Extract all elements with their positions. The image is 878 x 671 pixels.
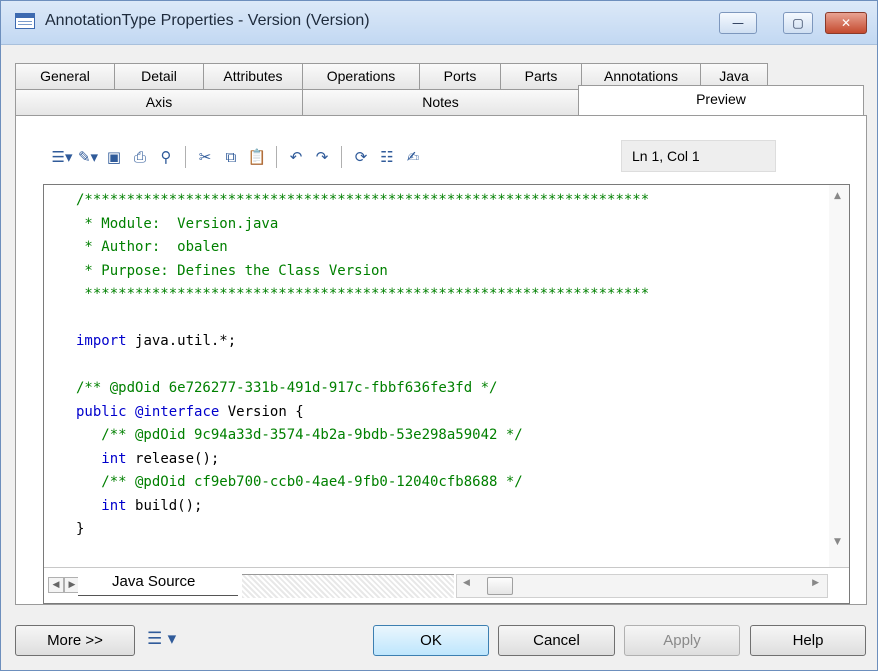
scroll-right-icon[interactable]: ▶: [812, 578, 819, 588]
cut-icon[interactable]: ✂: [194, 146, 216, 168]
more-button[interactable]: More >>: [15, 625, 135, 656]
toolbar-separator: [276, 146, 277, 168]
cursor-position: Ln 1, Col 1: [621, 140, 776, 172]
vertical-scrollbar[interactable]: ▲ ▼: [829, 185, 849, 567]
tab-attributes[interactable]: Attributes: [203, 63, 303, 89]
copy-icon[interactable]: ⧉: [220, 146, 242, 168]
scroll-down-icon[interactable]: ▼: [834, 537, 841, 547]
tab-ports[interactable]: Ports: [419, 63, 501, 89]
editor-bottom-strip: ◀ ▶ Java Source ◀ ▶: [44, 567, 849, 603]
code-line: int build();: [101, 497, 203, 514]
edit-icon[interactable]: ✎▾: [77, 146, 99, 168]
code-line: ****************************************…: [76, 286, 650, 302]
code-line: import java.util.*;: [76, 333, 237, 349]
code-editor[interactable]: /***************************************…: [43, 184, 850, 604]
code-line: int release();: [101, 450, 220, 467]
menu-dropdown-icon[interactable]: ☰ ▾: [147, 629, 176, 649]
tab-operations[interactable]: Operations: [302, 63, 420, 89]
code-line: * Author: obalen: [76, 239, 228, 255]
close-icon: ✕: [840, 16, 852, 30]
tab-row-2: Axis Notes Preview: [15, 85, 864, 115]
redo-icon[interactable]: ↷: [311, 146, 333, 168]
list-icon[interactable]: ☷: [376, 146, 398, 168]
code-line: /** @pdOid cf9eb700-ccb0-4ae4-9fb0-12040…: [76, 474, 523, 490]
paste-icon[interactable]: 📋: [246, 146, 268, 168]
refresh-icon[interactable]: ⟳: [350, 146, 372, 168]
maximize-button[interactable]: ▢: [783, 12, 813, 34]
code-line: /** @pdOid 6e726277-331b-491d-917c-fbbf6…: [76, 380, 498, 396]
toolbar-separator: [185, 146, 186, 168]
code-line: * Module: Version.java: [76, 215, 279, 232]
code-line: /***************************************…: [76, 192, 650, 208]
window-title: AnnotationType Properties - Version (Ver…: [45, 12, 370, 29]
preview-toolbar: ☰▾ ✎▾ ▣ ⎙ ⚲ ✂ ⧉ 📋 ↶ ↷ ⟳ ☷ ✍: [51, 142, 428, 172]
scroll-thumb[interactable]: [487, 577, 513, 595]
editor-menu-icon[interactable]: ☰▾: [51, 146, 73, 168]
code-text[interactable]: /***************************************…: [76, 189, 826, 549]
tab-preview[interactable]: Preview: [578, 85, 864, 115]
code-line: }: [76, 521, 85, 537]
tab-notes[interactable]: Notes: [302, 89, 579, 115]
tab-java-source[interactable]: Java Source: [78, 570, 238, 596]
code-line: /** @pdOid 9c94a33d-3574-4b2a-9bdb-53e29…: [76, 427, 523, 443]
save-icon[interactable]: ▣: [103, 146, 125, 168]
code-line: * Purpose: Defines the Class Version: [76, 262, 388, 279]
cancel-button[interactable]: Cancel: [498, 625, 615, 656]
edit-with-icon[interactable]: ✍: [402, 146, 424, 168]
scroll-up-icon[interactable]: ▲: [834, 191, 841, 201]
tab-area-filler: [242, 574, 454, 598]
minimize-icon: —: [732, 16, 744, 30]
ok-button[interactable]: OK: [373, 625, 489, 656]
minimize-button[interactable]: —: [719, 12, 757, 34]
code-line: public @interface Version {: [76, 403, 304, 420]
help-button[interactable]: Help: [750, 625, 866, 656]
print-icon[interactable]: ⎙: [129, 146, 151, 168]
find-icon[interactable]: ⚲: [155, 146, 177, 168]
tab-prev-icon[interactable]: ◀: [48, 577, 64, 593]
title-bar[interactable]: AnnotationType Properties - Version (Ver…: [1, 1, 877, 45]
maximize-icon: ▢: [792, 16, 804, 30]
apply-button[interactable]: Apply: [624, 625, 740, 656]
tab-axis[interactable]: Axis: [15, 89, 303, 115]
undo-icon[interactable]: ↶: [285, 146, 307, 168]
horizontal-scrollbar[interactable]: ◀ ▶: [456, 574, 828, 598]
tab-parts[interactable]: Parts: [500, 63, 582, 89]
toolbar-separator: [341, 146, 342, 168]
tab-detail[interactable]: Detail: [114, 63, 204, 89]
scroll-left-icon[interactable]: ◀: [463, 578, 470, 588]
app-icon: [15, 13, 35, 29]
properties-window: AnnotationType Properties - Version (Ver…: [0, 0, 878, 671]
close-button[interactable]: ✕: [825, 12, 867, 34]
tab-general[interactable]: General: [15, 63, 115, 89]
